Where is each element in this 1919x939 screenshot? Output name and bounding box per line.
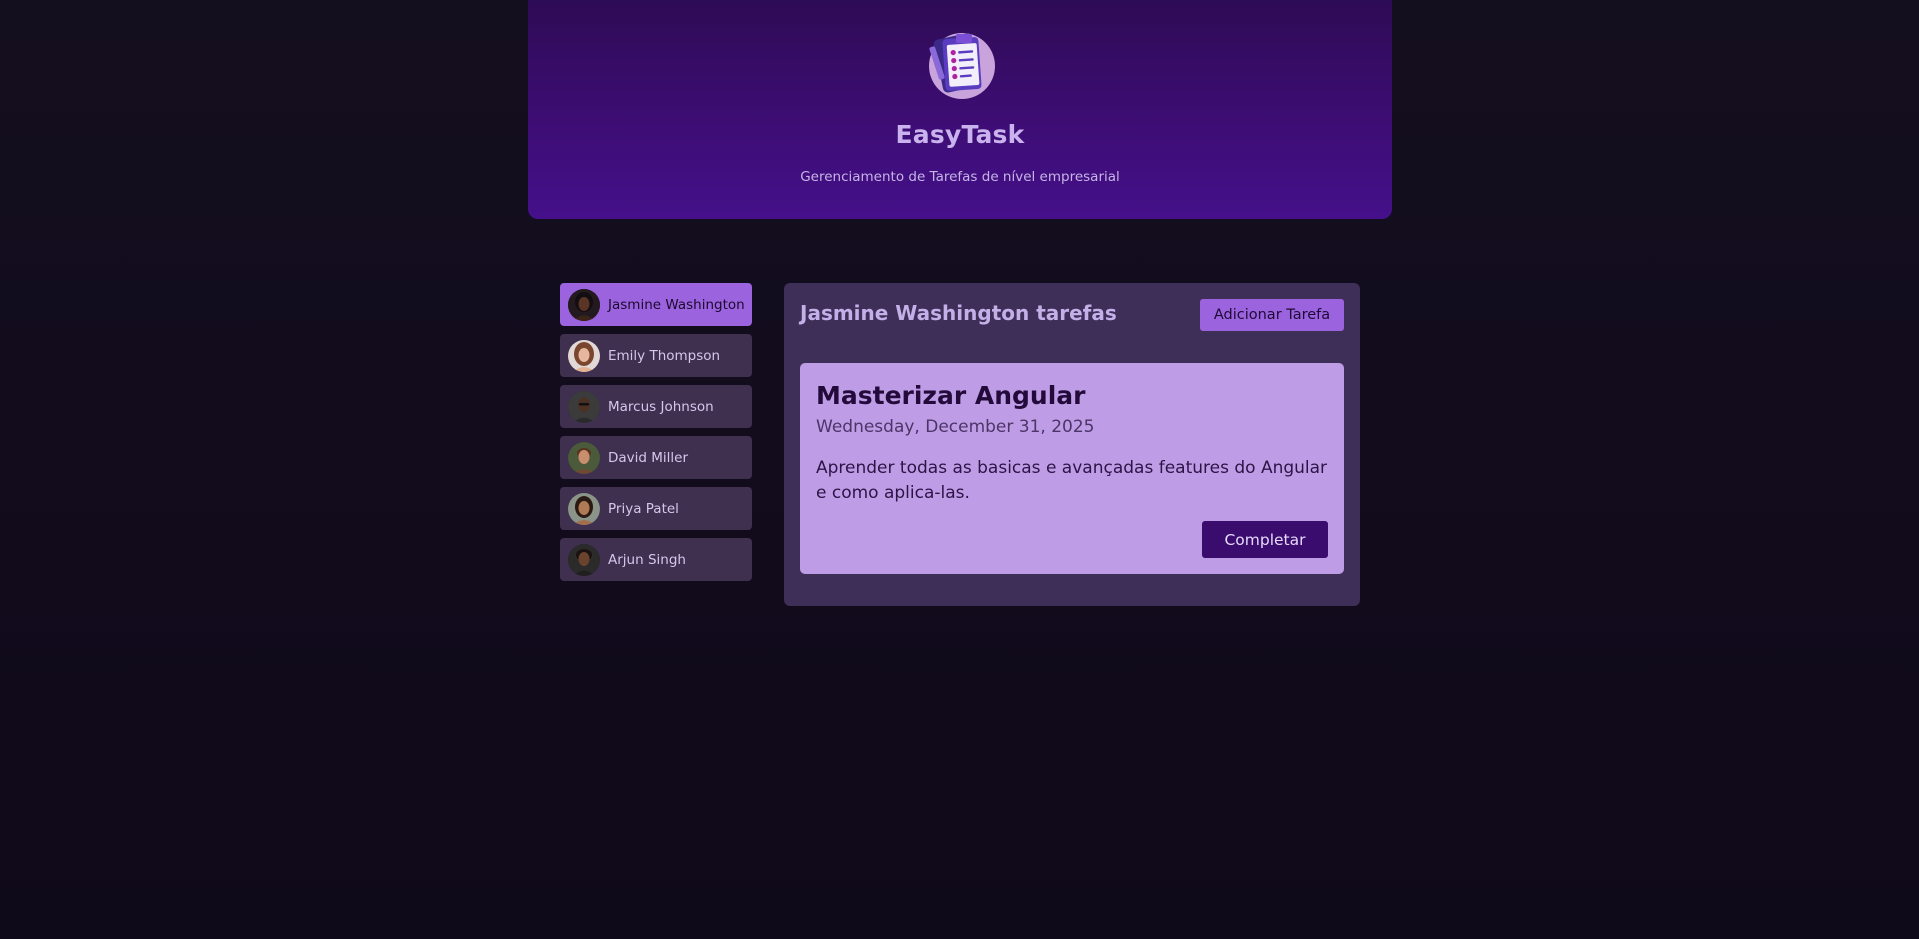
- user-item-marcus-johnson[interactable]: Marcus Johnson: [560, 385, 752, 428]
- app-title: EasyTask: [895, 120, 1025, 149]
- user-item-jasmine-washington[interactable]: Jasmine Washington: [560, 283, 752, 326]
- avatar: [568, 441, 600, 474]
- avatar: [568, 390, 600, 423]
- task-date: Wednesday, December 31, 2025: [816, 417, 1095, 437]
- user-name: Emily Thompson: [608, 347, 721, 364]
- add-task-button[interactable]: Adicionar Tarefa: [1200, 299, 1344, 331]
- user-name: Marcus Johnson: [608, 398, 714, 415]
- task-title: Masterizar Angular: [816, 381, 1086, 410]
- user-item-david-miller[interactable]: David Miller: [560, 436, 752, 479]
- clipboard-checklist-icon: [924, 26, 996, 102]
- user-item-priya-patel[interactable]: Priya Patel: [560, 487, 752, 530]
- user-list: Jasmine Washington Emily Thompson Marcus…: [560, 283, 752, 589]
- app-subtitle: Gerenciamento de Tarefas de nível empres…: [800, 169, 1120, 185]
- user-name: Priya Patel: [608, 500, 679, 517]
- user-name: Jasmine Washington: [608, 296, 745, 313]
- user-name: Arjun Singh: [608, 551, 686, 568]
- task-card: Masterizar Angular Wednesday, December 3…: [800, 363, 1344, 574]
- user-item-emily-thompson[interactable]: Emily Thompson: [560, 334, 752, 377]
- avatar: [568, 543, 600, 576]
- complete-task-button[interactable]: Completar: [1202, 521, 1328, 558]
- tasks-title: Jasmine Washington tarefas: [800, 301, 1117, 325]
- avatar: [568, 288, 600, 321]
- avatar: [568, 339, 600, 372]
- user-name: David Miller: [608, 449, 689, 466]
- task-description: Aprender todas as basicas e avançadas fe…: [816, 458, 1328, 503]
- app-header: EasyTask Gerenciamento de Tarefas de nív…: [528, 0, 1392, 219]
- avatar: [568, 492, 600, 525]
- user-item-arjun-singh[interactable]: Arjun Singh: [560, 538, 752, 581]
- tasks-panel: Jasmine Washington tarefas Adicionar Tar…: [784, 283, 1360, 606]
